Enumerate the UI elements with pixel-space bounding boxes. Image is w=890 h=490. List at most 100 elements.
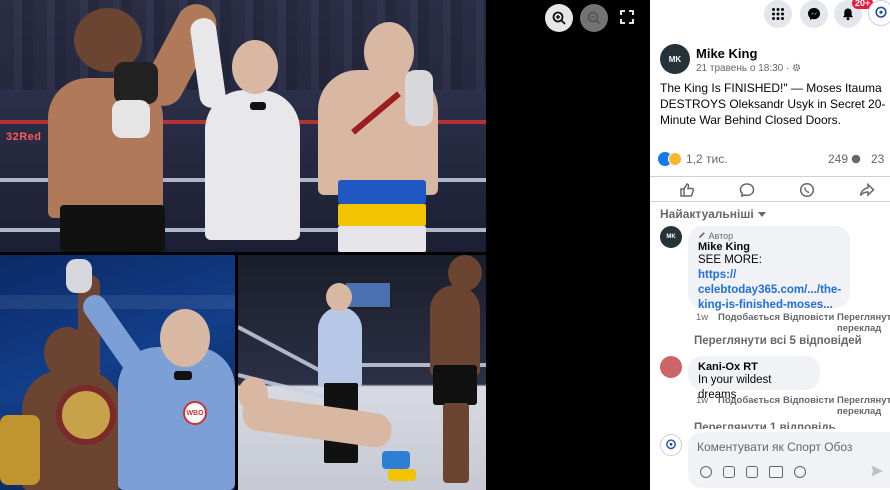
standing-boxer xyxy=(430,285,480,375)
comment-icon[interactable] xyxy=(738,181,756,199)
post-author-name[interactable]: Mike King xyxy=(696,46,757,61)
comment-time[interactable]: 1w xyxy=(696,395,708,406)
expand-icon[interactable] xyxy=(618,8,636,26)
author-tag: Автор xyxy=(698,231,840,241)
comment-bubble-icon xyxy=(852,154,861,164)
zoom-in-icon xyxy=(552,11,566,25)
sort-label: Найактуальніші xyxy=(660,207,754,221)
standing-boxer-legs xyxy=(443,403,469,483)
standing-boxer-trunks xyxy=(433,365,477,405)
post-action-bar xyxy=(650,176,890,202)
messenger-icon xyxy=(808,8,820,20)
comment-bubble: Kani-Ox RT In your wildest dreams xyxy=(688,356,820,401)
hand-wrap xyxy=(405,70,433,126)
gif-icon[interactable] xyxy=(769,466,783,478)
referee-head xyxy=(326,283,352,311)
trunks-white xyxy=(338,226,426,252)
boxer-glove xyxy=(114,62,158,104)
referee xyxy=(318,307,362,387)
comment-link-line-1: https:// xyxy=(698,269,737,281)
sticker-icon[interactable] xyxy=(723,466,735,478)
top-bar: 20+ xyxy=(650,0,890,32)
shares-count[interactable]: 23 xyxy=(871,152,884,166)
translate-label-1: Переглянути xyxy=(837,312,890,323)
post-panel: 20+ MK Mike King 21 травень о 18:30 · Th… xyxy=(650,0,890,490)
comment-link-line-2: celebtoday365.com/.../the- xyxy=(698,284,842,296)
boxer-left-trunks xyxy=(60,205,165,252)
comment-bubble: Автор Mike King SEE MORE: https:// celeb… xyxy=(688,226,850,311)
post-meta: 21 травень о 18:30 · xyxy=(696,63,801,74)
championship-belt xyxy=(56,385,116,445)
zoom-out-icon xyxy=(587,11,601,25)
comment-avatar-initials: MK xyxy=(666,234,676,240)
comments-count[interactable]: 249 xyxy=(828,152,861,166)
comment-like-button[interactable]: Подобається xyxy=(718,312,780,323)
page-logo-icon xyxy=(666,439,676,450)
referee xyxy=(205,90,300,240)
menu-button[interactable] xyxy=(764,0,792,28)
reactions-row: 1,2 тис. 249 23 xyxy=(658,151,890,167)
comment-input[interactable]: Коментувати як Спорт Обоз xyxy=(688,432,890,488)
photo-top-panel: 32Red xyxy=(0,0,486,252)
arena-banner: 32Red xyxy=(6,131,42,143)
comment-author[interactable]: Kani-Ox RT xyxy=(698,361,810,373)
comment-avatar[interactable] xyxy=(660,356,682,378)
trunks-yellow xyxy=(338,204,426,226)
bow-tie xyxy=(174,371,192,380)
photo-bottom-left-panel: WBO xyxy=(0,255,235,490)
messenger-button[interactable] xyxy=(800,0,828,28)
comment-author[interactable]: Mike King xyxy=(698,241,840,253)
post-date[interactable]: 21 травень о 18:30 xyxy=(696,63,783,74)
boot-yellow xyxy=(388,469,416,481)
camera-icon[interactable] xyxy=(746,466,758,478)
reactions-count[interactable]: 1,2 тис. xyxy=(686,152,728,166)
belt-strap xyxy=(0,415,40,485)
bow-tie xyxy=(250,102,266,110)
comment-avatar[interactable]: MK xyxy=(660,226,682,248)
comment-input-placeholder: Коментувати як Спорт Обоз xyxy=(697,440,853,454)
view-replies-link[interactable]: Переглянути всі 5 відповідей xyxy=(694,335,862,347)
page-logo-icon xyxy=(875,6,887,18)
comment-text: SEE MORE: xyxy=(698,254,762,266)
comments-count-value: 249 xyxy=(828,152,849,166)
author-avatar[interactable]: MK xyxy=(660,44,690,74)
trunks-blue xyxy=(338,180,426,204)
comment-link[interactable]: https:// celebtoday365.com/.../the- king… xyxy=(698,268,842,313)
translate-label-2: переклад xyxy=(837,406,882,417)
wbo-badge: WBO xyxy=(183,401,207,425)
gear-icon xyxy=(793,63,801,72)
whatsapp-icon[interactable] xyxy=(798,181,816,199)
comment-like-button[interactable]: Подобається xyxy=(718,395,780,406)
fallen-boxer-head xyxy=(238,377,268,411)
comment-translate-button[interactable]: Переглянутипереклад xyxy=(837,312,890,334)
share-icon[interactable] xyxy=(858,181,876,199)
pencil-icon xyxy=(698,232,705,239)
boot-blue xyxy=(382,451,410,469)
comment-reply-button[interactable]: Відповісти xyxy=(783,395,834,406)
haha-reaction-icon[interactable] xyxy=(668,152,682,166)
view-replies-link[interactable]: Переглянути 1 відповідь xyxy=(694,419,836,429)
composer-avatar[interactable] xyxy=(660,434,682,456)
comment-reply-button[interactable]: Відповісти xyxy=(783,312,834,323)
send-icon[interactable] xyxy=(870,464,884,478)
comment-composer: Коментувати як Спорт Обоз xyxy=(650,432,890,490)
menu-grid-icon xyxy=(772,8,784,20)
standing-boxer-head xyxy=(448,255,482,291)
comments-sort-dropdown[interactable]: Найактуальніші xyxy=(660,207,766,221)
profile-avatar[interactable] xyxy=(868,0,890,26)
chevron-down-icon xyxy=(757,212,766,218)
zoom-out-button[interactable] xyxy=(580,4,608,32)
avatar-sticker-icon[interactable] xyxy=(794,466,806,478)
ring-light xyxy=(0,295,235,309)
zoom-in-button[interactable] xyxy=(545,4,573,32)
referee-head xyxy=(160,309,210,367)
hand-wrap xyxy=(112,100,150,138)
translate-label-2: переклад xyxy=(837,323,882,334)
emoji-icon[interactable] xyxy=(700,466,712,478)
comment-time[interactable]: 1w xyxy=(696,312,708,323)
like-icon[interactable] xyxy=(678,181,696,199)
comment-link-line-3: king-is-finished-moses... xyxy=(698,299,833,311)
translate-label-1: Переглянути xyxy=(837,395,890,406)
comment-translate-button[interactable]: Переглянутипереклад xyxy=(837,395,890,417)
bell-icon xyxy=(843,8,853,21)
